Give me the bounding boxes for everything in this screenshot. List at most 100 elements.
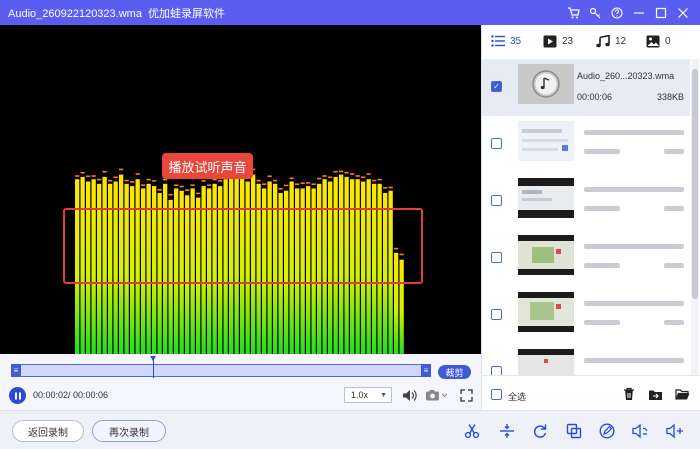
tab-all-count: 35	[510, 35, 522, 47]
item-size: 338KB	[656, 92, 684, 102]
help-icon[interactable]	[606, 0, 628, 25]
folder-move-icon[interactable]	[646, 386, 664, 402]
audio-add-icon[interactable]	[664, 420, 686, 442]
visualizer-peak	[388, 186, 393, 189]
edit-icon[interactable]	[596, 420, 618, 442]
folder-open-icon[interactable]	[673, 386, 691, 402]
item-checkbox[interactable]	[491, 195, 502, 206]
visualizer-peak	[80, 171, 85, 174]
item-checkbox[interactable]: ✓	[491, 81, 502, 92]
close-icon[interactable]	[672, 0, 694, 25]
minimize-icon[interactable]	[628, 0, 650, 25]
key-icon[interactable]	[584, 0, 606, 25]
playhead[interactable]	[150, 356, 156, 378]
audio-visualizer	[75, 168, 404, 354]
visualizer-peak	[157, 189, 162, 191]
music-icon	[596, 35, 610, 48]
visualizer-peak	[97, 178, 102, 181]
trim-start-handle[interactable]: ≡	[11, 364, 21, 377]
visualizer-peak	[130, 181, 135, 183]
record-again-button[interactable]: 再次录制	[92, 420, 166, 442]
volume-change-icon[interactable]	[630, 420, 652, 442]
blurred-duration	[584, 206, 620, 211]
split-icon[interactable]	[496, 420, 518, 442]
visualizer-peak	[289, 177, 294, 180]
visualizer-peak	[218, 180, 223, 182]
maximize-icon[interactable]	[650, 0, 672, 25]
volume-icon[interactable]	[401, 386, 417, 404]
item-checkbox[interactable]	[491, 366, 502, 375]
list-scrollbar[interactable]	[691, 59, 699, 375]
visualizer-peak	[174, 184, 179, 186]
visualizer-peak	[333, 170, 338, 173]
list-item[interactable]	[482, 173, 690, 230]
app-name: 优加蛙录屏软件	[147, 7, 225, 20]
cart-icon[interactable]	[562, 0, 584, 25]
video-thumbnail	[518, 349, 574, 375]
merge-icon[interactable]	[563, 420, 585, 442]
tab-audio[interactable]: 12	[596, 35, 626, 48]
timeline: ≡ ≡ 裁剪	[0, 354, 481, 382]
visualizer-peak	[124, 179, 129, 182]
item-filename: Audio_260...20323.wma	[577, 71, 675, 81]
fullscreen-icon[interactable]	[458, 386, 474, 404]
visualizer-peak	[179, 185, 184, 188]
item-checkbox[interactable]	[491, 138, 502, 149]
timeline-track[interactable]: ≡ ≡	[11, 364, 431, 377]
visualizer-peak	[366, 173, 371, 175]
back-to-record-button[interactable]: 返回录制	[12, 420, 84, 442]
visualizer-peak	[201, 180, 206, 182]
delete-icon[interactable]	[620, 386, 638, 402]
tab-all[interactable]: 35	[491, 35, 521, 47]
visualizer-peak	[190, 184, 195, 186]
bottom-toolbar: 返回录制 再次录制	[0, 410, 700, 449]
video-thumbnail	[518, 292, 574, 332]
visualizer-peak	[317, 177, 322, 180]
visualizer-peak	[306, 182, 311, 184]
visualizer-peak	[383, 187, 388, 189]
window-controls	[562, 0, 694, 25]
visualizer-peak	[212, 178, 217, 181]
list-scrollbar-thumb[interactable]	[692, 69, 698, 299]
list-item[interactable]	[482, 116, 690, 173]
tab-video-count: 23	[562, 36, 574, 47]
speed-select[interactable]: 1.0x ▼	[344, 387, 392, 403]
file-list-panel: 35 23 12 0 ✓ Audio_260...20323.wma 00:00…	[481, 25, 700, 410]
video-icon	[543, 35, 557, 48]
visualizer-peak	[284, 184, 289, 187]
visualizer-peak	[339, 170, 344, 173]
scissors-icon[interactable]	[461, 420, 483, 442]
visualizer-peak	[168, 193, 173, 196]
item-checkbox[interactable]	[491, 252, 502, 263]
list-item[interactable]	[482, 344, 690, 375]
select-all-checkbox[interactable]	[491, 389, 502, 400]
visualizer-peak	[113, 176, 118, 179]
visualizer-peak	[322, 175, 327, 177]
visualizer-peak	[328, 176, 333, 179]
select-all-label[interactable]: 全选	[508, 390, 526, 403]
recording-list: ✓ Audio_260...20323.wma 00:00:06 338KB	[482, 59, 700, 375]
trim-end-handle[interactable]: ≡	[421, 364, 431, 377]
list-item[interactable]: ✓ Audio_260...20323.wma 00:00:06 338KB	[482, 59, 690, 116]
visualizer-peak	[91, 175, 96, 177]
pause-button[interactable]	[9, 387, 26, 404]
blurred-size	[664, 206, 684, 211]
tab-video[interactable]: 23	[543, 35, 573, 48]
screenshot-camera-icon[interactable]	[424, 386, 450, 404]
rotate-icon[interactable]	[529, 420, 551, 442]
blurred-filename	[584, 244, 684, 249]
list-item[interactable]	[482, 230, 690, 287]
blurred-filename	[584, 301, 684, 306]
visualizer-peak	[377, 178, 382, 181]
pause-icon	[14, 392, 21, 399]
playback-controls: 00:00:02/ 00:00:06 1.0x ▼	[0, 382, 481, 410]
video-thumbnail	[518, 178, 574, 218]
blurred-size	[664, 263, 684, 268]
item-checkbox[interactable]	[491, 309, 502, 320]
tab-image[interactable]: 0	[646, 35, 671, 48]
blurred-filename	[584, 130, 684, 135]
visualizer-peak	[75, 175, 80, 177]
list-item[interactable]	[482, 287, 690, 344]
annotation-highlight-box	[63, 208, 423, 284]
trim-button[interactable]: 裁剪	[438, 365, 471, 379]
